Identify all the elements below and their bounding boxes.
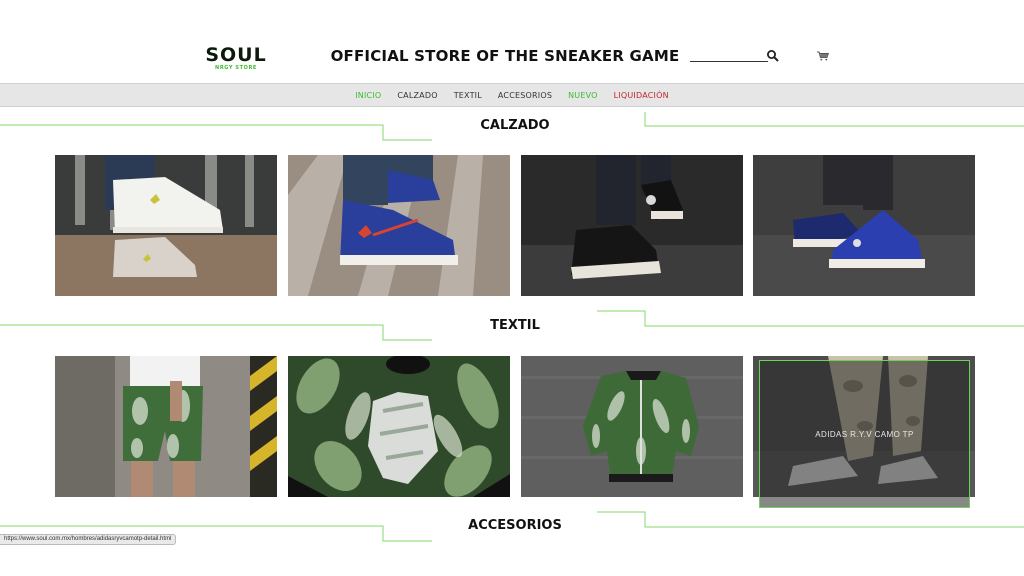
- search-icon[interactable]: [766, 49, 780, 63]
- product-photo: [288, 356, 510, 497]
- product-photo: [55, 155, 277, 296]
- nav-item-accesorios[interactable]: ACCESORIOS: [498, 91, 552, 100]
- product-photo: [521, 356, 743, 497]
- search-input[interactable]: [690, 48, 768, 62]
- nav-item-textil[interactable]: TEXTIL: [454, 91, 482, 100]
- status-bar-url: https://www.soul.com.mx/hombres/adidasry…: [0, 534, 177, 545]
- product-tile-white-sneaker[interactable]: [55, 155, 277, 296]
- nav-item-inicio[interactable]: INICIO: [355, 91, 381, 100]
- store-logo[interactable]: SOUL NRGY STORE: [205, 45, 267, 71]
- section-title-accesorios: ACCESORIOS: [468, 518, 562, 533]
- product-tile-floral-shorts[interactable]: [55, 356, 277, 497]
- section-title-calzado: CALZADO: [480, 118, 550, 133]
- logo-wordmark: SOUL: [205, 44, 267, 66]
- product-tile-floral-jacket[interactable]: [521, 356, 743, 497]
- product-photo: [753, 155, 975, 296]
- product-photo: [288, 155, 510, 296]
- main-nav: INICIO CALZADO TEXTIL ACCESORIOS NUEVO L…: [0, 83, 1024, 107]
- product-tile-black-sneaker[interactable]: [521, 155, 743, 296]
- product-tile-blue-sneaker[interactable]: [288, 155, 510, 296]
- nav-item-liquidacion[interactable]: LIQUIDACIÓN: [614, 91, 669, 100]
- section-title-textil: TEXTIL: [490, 318, 540, 333]
- product-hover-label: ADIDAS R.Y.V CAMO TP: [815, 429, 914, 439]
- cart-icon[interactable]: [817, 51, 829, 61]
- product-tile-navy-sneaker[interactable]: [753, 155, 975, 296]
- nav-item-nuevo[interactable]: NUEVO: [568, 91, 598, 100]
- store-tagline: OFFICIAL STORE OF THE SNEAKER GAME: [330, 47, 680, 65]
- product-hover-overlay[interactable]: ADIDAS R.Y.V CAMO TP: [759, 360, 970, 508]
- product-tile-just-do-it-sweatshirt[interactable]: [288, 356, 510, 497]
- product-photo: [521, 155, 743, 296]
- nav-item-calzado[interactable]: CALZADO: [397, 91, 437, 100]
- product-photo: [55, 356, 277, 497]
